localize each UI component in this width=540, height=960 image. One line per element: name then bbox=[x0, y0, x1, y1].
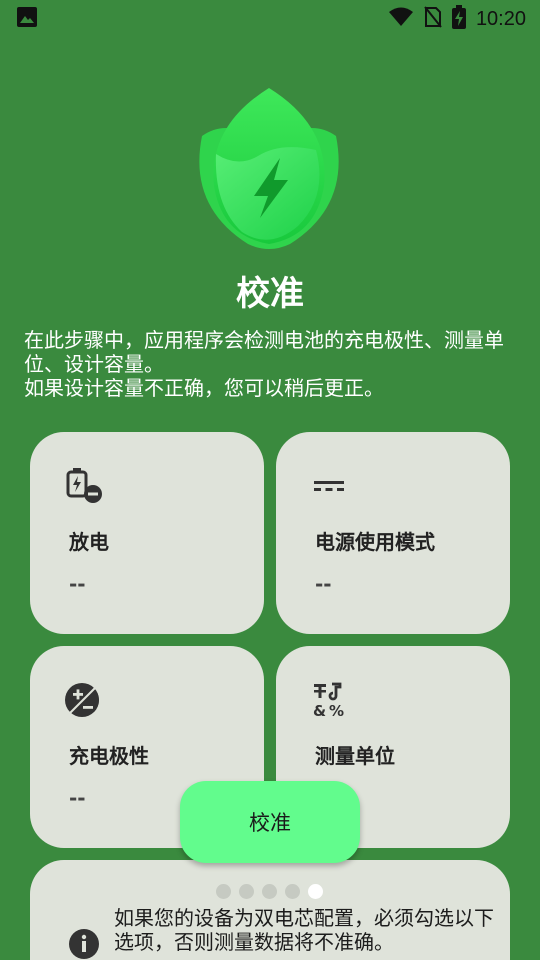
dc-power-icon bbox=[310, 466, 350, 506]
card-label: 充电极性 bbox=[69, 744, 149, 768]
image-icon bbox=[16, 6, 38, 32]
leaf-battery-logo bbox=[188, 86, 350, 252]
page-dot[interactable] bbox=[216, 884, 231, 899]
battery-discharge-icon bbox=[64, 466, 104, 506]
card-label: 电源使用模式 bbox=[315, 530, 435, 554]
discharge-card[interactable]: 放电 -- bbox=[30, 432, 264, 634]
symbols-units-icon: & % bbox=[310, 680, 350, 720]
description-line: 在此步骤中，应用程序会检测电池的充电极性、测量单位、设计容量。 bbox=[24, 328, 504, 376]
dual-cell-info-card: 如果您的设备为双电芯配置，必须勾选以下选项，否则测量数据将不准确。 bbox=[30, 860, 510, 960]
info-text: 如果您的设备为双电芯配置，必须勾选以下选项，否则测量数据将不准确。 bbox=[114, 906, 494, 954]
battery-charging-icon bbox=[451, 5, 466, 33]
svg-text:&: & bbox=[313, 702, 326, 720]
power-mode-card[interactable]: 电源使用模式 -- bbox=[276, 432, 510, 634]
exposure-plus-minus-icon bbox=[64, 680, 104, 720]
status-bar: 10:20 bbox=[0, 0, 540, 38]
status-icons: 10:20 bbox=[388, 5, 526, 33]
description-line: 如果设计容量不正确，您可以稍后更正。 bbox=[24, 376, 384, 400]
calibrate-button[interactable]: 校准 bbox=[180, 781, 360, 863]
card-value: -- bbox=[69, 786, 86, 810]
page-dot[interactable] bbox=[262, 884, 277, 899]
card-value: -- bbox=[315, 572, 332, 596]
page-indicator bbox=[216, 884, 323, 899]
page-description: 在此步骤中，应用程序会检测电池的充电极性、测量单位、设计容量。 如果设计容量不正… bbox=[24, 328, 520, 400]
page-dot[interactable] bbox=[239, 884, 254, 899]
card-label: 放电 bbox=[69, 530, 109, 554]
page-dot-active[interactable] bbox=[308, 884, 323, 899]
page-dot[interactable] bbox=[285, 884, 300, 899]
wifi-icon bbox=[388, 7, 414, 31]
clock: 10:20 bbox=[475, 7, 526, 30]
svg-text:%: % bbox=[329, 702, 344, 720]
no-sim-icon bbox=[424, 6, 442, 32]
page-title: 校准 bbox=[236, 274, 304, 314]
info-icon bbox=[68, 928, 100, 960]
card-label: 测量单位 bbox=[315, 744, 395, 768]
card-value: -- bbox=[69, 572, 86, 596]
